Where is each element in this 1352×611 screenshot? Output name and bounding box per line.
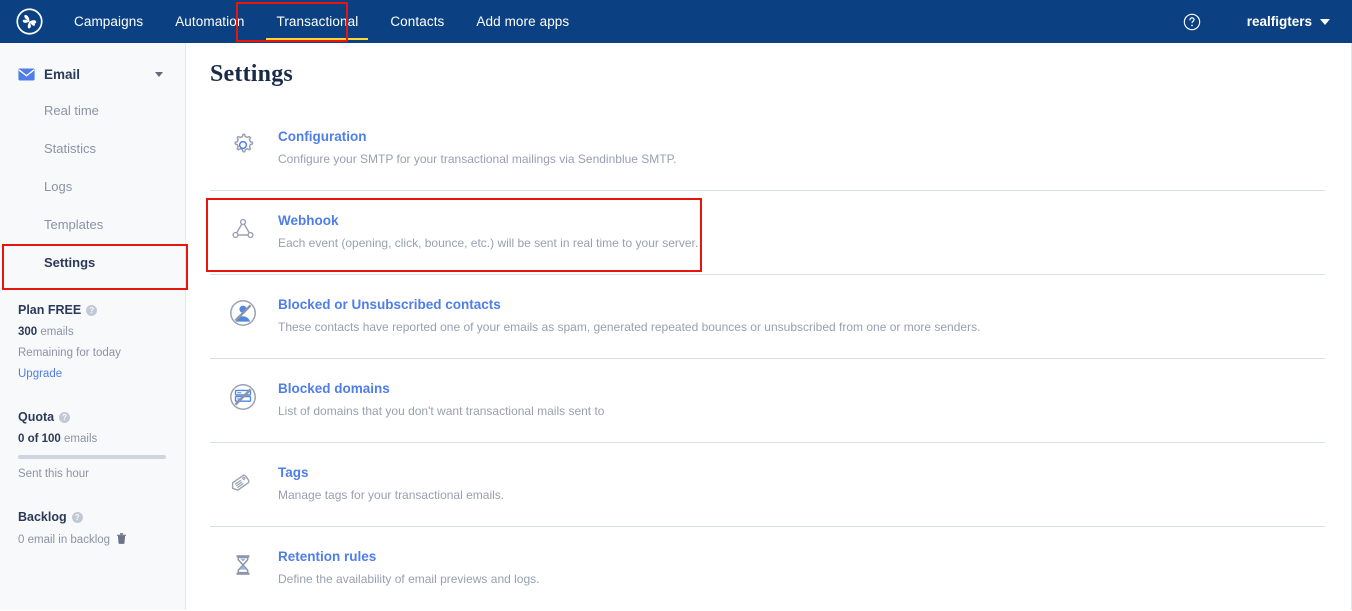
sidebar-section-email[interactable]: Email [0,57,185,91]
settings-row-webhook[interactable]: Webhook Each event (opening, click, boun… [210,191,1325,275]
nav-right-group: realfigters [1183,13,1352,31]
sidebar-item-logs[interactable]: Logs [0,167,185,205]
envelope-icon [18,68,35,80]
settings-row-text: Blocked or Unsubscribed contacts These c… [278,297,980,335]
quota-subtext: Sent this hour [18,468,89,480]
sidebar-item-statistics[interactable]: Statistics [0,129,185,167]
settings-row-text: Retention rules Define the availability … [278,549,539,587]
nav-tab-transactional[interactable]: Transactional [260,0,374,43]
settings-row-text: Webhook Each event (opening, click, boun… [278,213,698,251]
sidebar-item-label: Statistics [44,140,97,156]
settings-row-text: Tags Manage tags for your transactional … [278,465,504,503]
upgrade-link[interactable]: Upgrade [18,368,185,380]
hourglass-icon [236,555,250,575]
settings-row-description: Each event (opening, click, bounce, etc.… [278,236,699,250]
webhook-network-icon [232,218,254,239]
tag-icon-wrap [226,467,260,495]
nav-tab-label: Campaigns [74,14,144,29]
settings-row-title[interactable]: Blocked or Unsubscribed contacts [278,297,980,313]
sidebar-item-label: Real time [44,102,99,118]
settings-row-configuration[interactable]: Configuration Configure your SMTP for yo… [210,107,1325,191]
nav-tabs: Campaigns Automation Transactional Conta… [58,0,585,43]
username-label: realfigters [1246,14,1312,29]
quota-used: 0 of 100 [18,433,61,445]
chevron-down-icon [1320,18,1330,25]
settings-row-description: Configure your SMTP for your transaction… [278,152,677,166]
help-circle-icon[interactable]: ? [71,511,83,523]
settings-row-description: Manage tags for your transactional email… [278,488,505,502]
settings-row-blocked-domains[interactable]: Blocked domains List of domains that you… [210,359,1325,443]
hourglass-icon-wrap [226,551,260,579]
help-circle-icon[interactable] [1183,13,1201,31]
user-menu[interactable]: realfigters [1247,14,1330,29]
sidebar: Email Real time Statistics Logs Template… [0,43,186,610]
settings-row-title[interactable]: Tags [278,465,504,481]
sidebar-item-label: Templates [44,216,104,232]
quota-progress-bar [18,455,166,459]
plan-info-block: Plan FREE ? 300 emails Remaining for tod… [0,281,185,546]
nav-tab-label: Transactional [276,14,359,29]
settings-row-description: List of domains that you don't want tran… [278,404,605,418]
nav-tab-contacts[interactable]: Contacts [374,0,460,43]
tag-icon [231,474,250,491]
settings-row-title[interactable]: Blocked domains [278,381,604,397]
settings-row-text: Blocked domains List of domains that you… [278,381,604,419]
sidebar-item-settings[interactable]: Settings [0,243,185,281]
help-circle-icon[interactable]: ? [59,411,71,423]
plan-amount-unit: emails [37,326,74,338]
blocked-domain-icon [230,384,256,410]
quota-used-row: 0 of 100 emails [18,433,185,445]
settings-list: Configuration Configure your SMTP for yo… [186,107,1351,611]
settings-row-text: Configuration Configure your SMTP for yo… [278,129,676,167]
page-title: Settings [210,61,293,87]
nav-tab-label: Contacts [390,14,445,29]
top-navigation-bar: Campaigns Automation Transactional Conta… [0,0,1352,43]
backlog-title: Backlog [18,510,67,524]
sendinblue-logo[interactable] [0,0,58,43]
main-content: Settings Configuration Configure your SM… [186,43,1352,610]
nav-tab-label: Automation [175,14,245,29]
settings-row-description: These contacts have reported one of your… [278,320,981,334]
quota-title-row: Quota ? [18,410,185,424]
sidebar-item-templates[interactable]: Templates [0,205,185,243]
webhook-icon-wrap [226,215,260,243]
plan-title: Plan FREE [18,303,82,317]
trash-icon[interactable] [117,533,127,544]
settings-row-tags[interactable]: Tags Manage tags for your transactional … [210,443,1325,527]
sidebar-item-real-time[interactable]: Real time [0,91,185,129]
backlog-title-row: Backlog ? [18,510,185,524]
settings-row-title[interactable]: Webhook [278,213,698,229]
backlog-value-row: 0 email in backlog [18,533,185,546]
caret-down-icon [155,71,163,77]
plan-title-row: Plan FREE ? [18,303,185,317]
plan-subtext: Remaining for today [18,347,121,359]
nav-tab-label: Add more apps [476,14,570,29]
sidebar-item-label: Logs [44,178,73,194]
backlog-value: 0 email in backlog [18,534,111,546]
quota-title: Quota [18,410,55,424]
sendinblue-pinwheel-logo-icon [15,8,43,35]
settings-row-blocked-contacts[interactable]: Blocked or Unsubscribed contacts These c… [210,275,1325,359]
sidebar-item-label: Settings [44,254,96,270]
nav-tab-add-more-apps[interactable]: Add more apps [460,0,585,43]
blocked-contact-icon [230,300,256,326]
sidebar-section-label: Email [44,66,81,82]
nav-tab-campaigns[interactable]: Campaigns [58,0,159,43]
settings-row-retention-rules[interactable]: Retention rules Define the availability … [210,527,1325,611]
nav-tab-automation[interactable]: Automation [159,0,260,43]
plan-amount: 300 [18,326,38,338]
plan-amount-row: 300 emails [18,326,185,338]
settings-row-title[interactable]: Configuration [278,129,676,145]
help-circle-icon[interactable]: ? [86,304,98,316]
gear-icon-wrap [226,131,260,159]
settings-row-description: Define the availability of email preview… [278,572,540,586]
settings-row-title[interactable]: Retention rules [278,549,539,565]
gear-icon [234,133,254,153]
quota-used-unit: emails [60,433,98,445]
blocked-contact-icon-wrap [226,299,260,327]
blocked-domain-icon-wrap [226,383,260,411]
